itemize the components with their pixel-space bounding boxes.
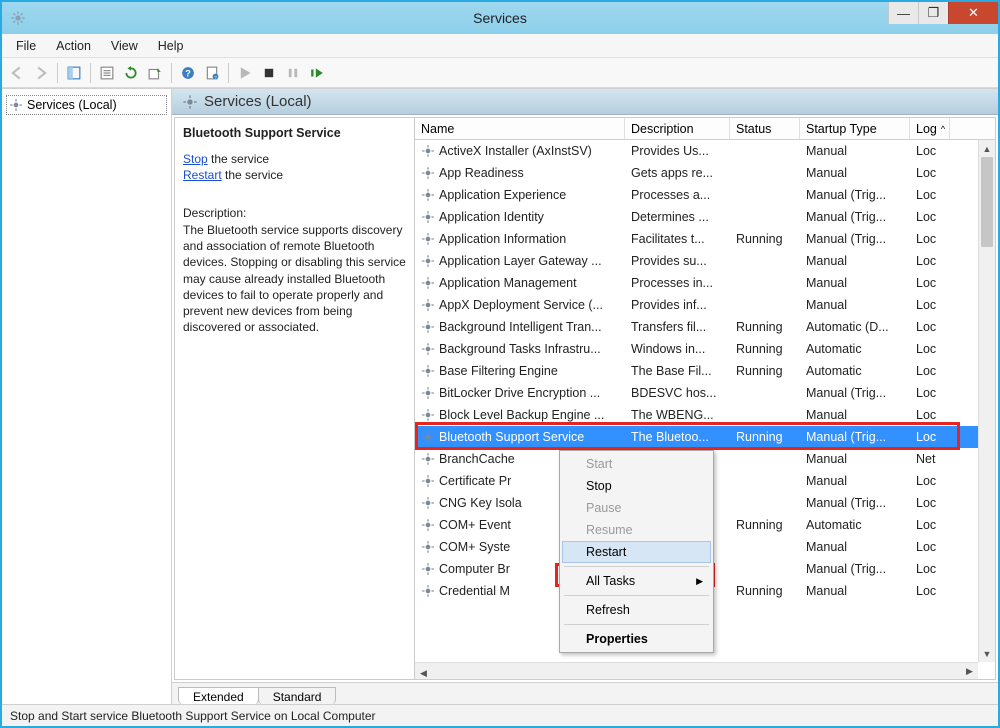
service-row[interactable]: Application ExperienceProcesses a...Manu…	[415, 184, 978, 206]
service-row[interactable]: App ReadinessGets apps re...ManualLoc	[415, 162, 978, 184]
content-header-title: Services (Local)	[204, 93, 312, 110]
service-row[interactable]: Block Level Backup Engine ...The WBENG..…	[415, 404, 978, 426]
context-menu: Start Stop Pause Resume Restart All Task…	[559, 450, 714, 653]
service-row[interactable]: ActiveX Installer (AxInstSV)Provides Us.…	[415, 140, 978, 162]
tree-item-services-local[interactable]: Services (Local)	[6, 95, 167, 115]
selected-service-name: Bluetooth Support Service	[183, 126, 406, 140]
scroll-up-button[interactable]: ▲	[979, 140, 995, 157]
gear-icon	[9, 98, 23, 112]
description-text: The Bluetooth service supports discovery…	[183, 222, 406, 335]
service-row[interactable]: BitLocker Drive Encryption ...BDESVC hos…	[415, 382, 978, 404]
toolbar: ? ?	[2, 58, 998, 88]
console-tree: Services (Local)	[2, 89, 172, 704]
ctx-all-tasks[interactable]: All Tasks▶	[562, 570, 711, 592]
menu-action[interactable]: Action	[46, 37, 101, 55]
help-button[interactable]: ?	[177, 62, 199, 84]
scroll-down-button[interactable]: ▼	[979, 645, 995, 662]
stop-service-link[interactable]: Stop	[183, 152, 208, 166]
ctx-refresh[interactable]: Refresh	[562, 599, 711, 621]
ctx-stop[interactable]: Stop	[562, 475, 711, 497]
window-title: Services	[473, 10, 527, 26]
tabs-strip: Extended Standard	[172, 682, 998, 704]
service-row[interactable]: Background Intelligent Tran...Transfers …	[415, 316, 978, 338]
tab-extended[interactable]: Extended	[178, 687, 259, 704]
gear-icon	[182, 94, 198, 110]
svg-text:?: ?	[185, 68, 191, 78]
export-list-button[interactable]	[144, 62, 166, 84]
back-button[interactable]	[6, 62, 28, 84]
ctx-start: Start	[562, 453, 711, 475]
service-row[interactable]: AppX Deployment Service (...Provides inf…	[415, 294, 978, 316]
properties-button[interactable]	[96, 62, 118, 84]
refresh-button[interactable]	[120, 62, 142, 84]
statusbar-text: Stop and Start service Bluetooth Support…	[10, 709, 376, 723]
col-name[interactable]: Name	[415, 118, 625, 139]
forward-button[interactable]	[30, 62, 52, 84]
service-row[interactable]: Application Layer Gateway ...Provides su…	[415, 250, 978, 272]
col-status[interactable]: Status	[730, 118, 800, 139]
col-log-on-as[interactable]: Log^	[910, 118, 950, 139]
ctx-restart[interactable]: Restart	[562, 541, 711, 563]
submenu-arrow-icon: ▶	[696, 576, 703, 587]
list-header: Name Description Status Startup Type Log…	[415, 118, 995, 140]
service-row[interactable]: Application InformationFacilitates t...R…	[415, 228, 978, 250]
ctx-properties[interactable]: Properties	[562, 628, 711, 650]
service-row[interactable]: Base Filtering EngineThe Base Fil...Runn…	[415, 360, 978, 382]
minimize-button[interactable]: —	[888, 2, 918, 24]
service-row[interactable]: Application IdentityDetermines ...Manual…	[415, 206, 978, 228]
vertical-scrollbar[interactable]: ▲ ▼	[978, 140, 995, 662]
horizontal-scrollbar[interactable]: ◀ ▶	[415, 662, 978, 679]
svg-text:?: ?	[214, 74, 217, 79]
content-header: Services (Local)	[172, 89, 998, 115]
pause-service-button[interactable]	[282, 62, 304, 84]
scroll-thumb[interactable]	[981, 157, 993, 247]
start-service-button[interactable]	[234, 62, 256, 84]
restart-service-link[interactable]: Restart	[183, 168, 222, 182]
scroll-right-button[interactable]: ▶	[961, 663, 978, 679]
help-topics-button[interactable]: ?	[201, 62, 223, 84]
service-row[interactable]: Background Tasks Infrastru...Windows in.…	[415, 338, 978, 360]
service-row[interactable]: Bluetooth Support ServiceThe Bluetoo...R…	[415, 426, 978, 448]
service-row[interactable]: Application ManagementProcesses in...Man…	[415, 272, 978, 294]
maximize-button[interactable]: ❐	[918, 2, 948, 24]
services-app-icon	[10, 10, 26, 26]
tree-item-label: Services (Local)	[27, 98, 117, 112]
services-list: Name Description Status Startup Type Log…	[415, 118, 995, 679]
ctx-pause: Pause	[562, 497, 711, 519]
menubar: File Action View Help	[2, 34, 998, 58]
ctx-resume: Resume	[562, 519, 711, 541]
stop-service-button[interactable]	[258, 62, 280, 84]
restart-service-button[interactable]	[306, 62, 328, 84]
statusbar: Stop and Start service Bluetooth Support…	[2, 704, 998, 726]
menu-help[interactable]: Help	[148, 37, 194, 55]
scroll-left-button[interactable]: ◀	[415, 665, 432, 679]
show-hide-console-tree-button[interactable]	[63, 62, 85, 84]
titlebar: Services — ❐ ✕	[2, 2, 998, 34]
sort-up-icon: ^	[941, 124, 945, 134]
col-startup-type[interactable]: Startup Type	[800, 118, 910, 139]
col-description[interactable]: Description	[625, 118, 730, 139]
close-button[interactable]: ✕	[948, 2, 998, 24]
menu-file[interactable]: File	[6, 37, 46, 55]
description-label: Description:	[183, 206, 406, 220]
tab-standard[interactable]: Standard	[258, 687, 337, 704]
menu-view[interactable]: View	[101, 37, 148, 55]
description-pane: Bluetooth Support Service Stop the servi…	[175, 118, 415, 679]
